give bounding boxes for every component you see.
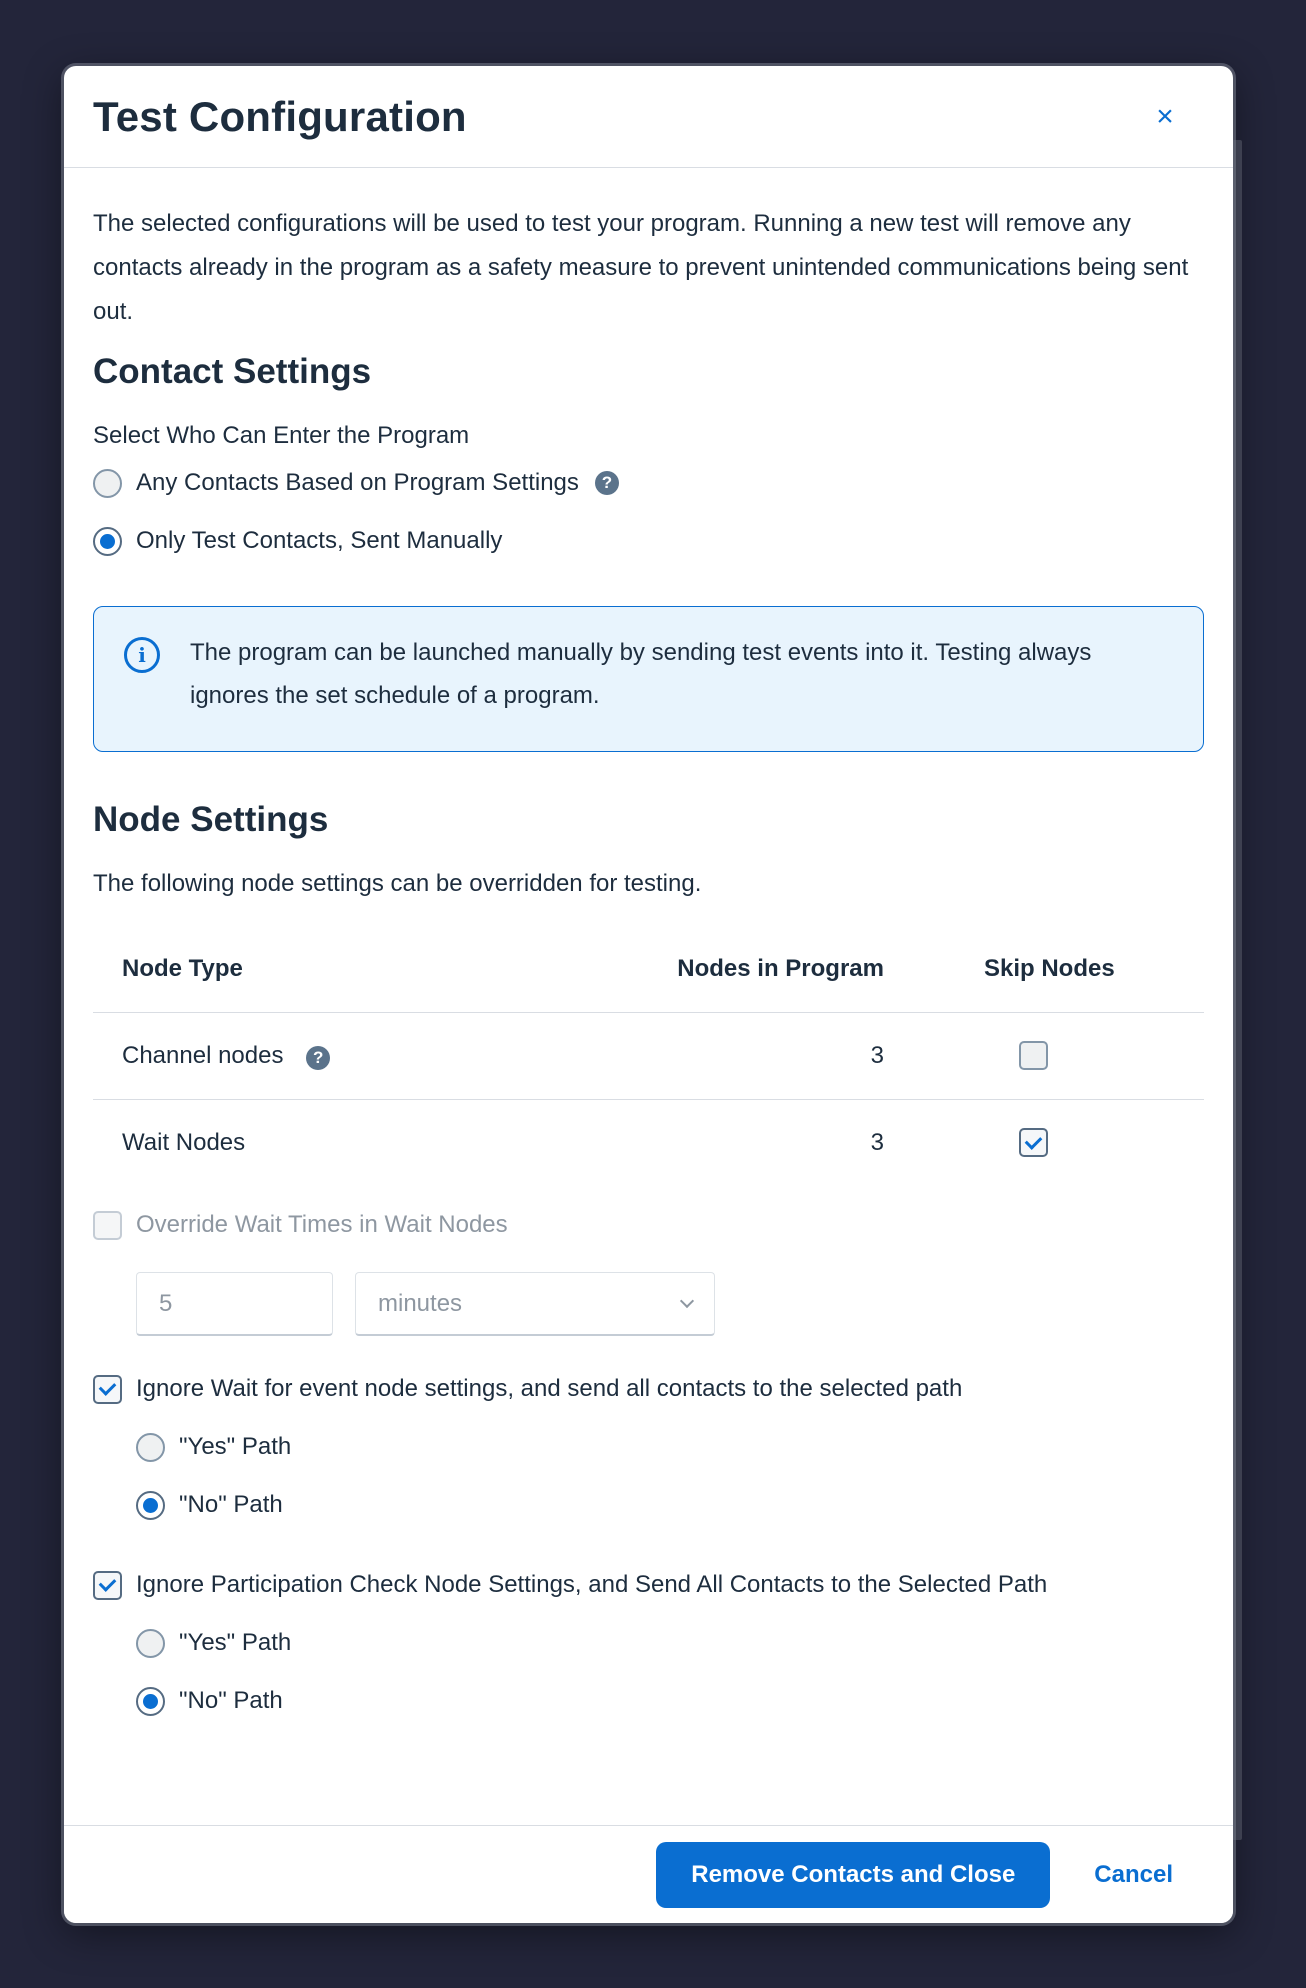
dialog-footer: Remove Contacts and Close Cancel bbox=[64, 1825, 1233, 1923]
ignore-wait-event-label: Ignore Wait for event node settings, and… bbox=[136, 1375, 963, 1402]
ignore-participation-row[interactable]: Ignore Participation Check Node Settings… bbox=[93, 1556, 1204, 1614]
table-row: Wait Nodes 3 bbox=[93, 1099, 1204, 1186]
dialog-content: The selected configurations will be used… bbox=[64, 168, 1233, 1730]
close-icon[interactable]: × bbox=[1147, 99, 1183, 135]
node-settings-description: The following node settings can be overr… bbox=[93, 870, 702, 897]
dialog-title: Test Configuration bbox=[93, 92, 467, 140]
ignore-wait-event-row[interactable]: Ignore Wait for event node settings, and… bbox=[93, 1360, 1204, 1418]
wait-time-input[interactable]: 5 bbox=[136, 1272, 333, 1336]
ignore-participation-checkbox[interactable] bbox=[93, 1570, 122, 1600]
chevron-down-icon bbox=[679, 1293, 695, 1308]
radio-label: Only Test Contacts, Sent Manually bbox=[136, 527, 503, 554]
cancel-button[interactable]: Cancel bbox=[1094, 1861, 1173, 1889]
radio-label: "No" Path bbox=[179, 1687, 283, 1714]
radio-label: "Yes" Path bbox=[179, 1629, 292, 1656]
contact-settings-heading: Contact Settings bbox=[93, 352, 372, 391]
radio-label: "Yes" Path bbox=[179, 1433, 292, 1460]
ignore-wait-event-checkbox[interactable] bbox=[93, 1374, 122, 1404]
radio-button[interactable] bbox=[136, 1432, 165, 1462]
remove-contacts-and-close-button[interactable]: Remove Contacts and Close bbox=[656, 1841, 1051, 1908]
dialog-description: The selected configurations will be used… bbox=[93, 210, 1189, 325]
ignore-participation-label: Ignore Participation Check Node Settings… bbox=[136, 1571, 1048, 1598]
info-message-strip: i The program can be launched manually b… bbox=[93, 606, 1204, 752]
wait-event-path-options: "Yes" Path "No" Path bbox=[136, 1418, 1204, 1534]
radio-button[interactable] bbox=[93, 468, 122, 498]
node-count: 3 bbox=[644, 1012, 884, 1100]
radio-label: "No" Path bbox=[179, 1491, 283, 1518]
wait-time-inputs: 5 minutes bbox=[136, 1272, 1204, 1336]
question-circle-icon[interactable]: ? bbox=[306, 1045, 331, 1070]
column-header-skip-nodes: Skip Nodes bbox=[884, 926, 1204, 1013]
node-settings-table: Node Type Nodes in Program Skip Nodes Ch… bbox=[93, 926, 1204, 1186]
radio-participation-yes-path[interactable]: "Yes" Path bbox=[136, 1614, 1204, 1672]
radio-button[interactable] bbox=[136, 1628, 165, 1658]
info-circle-icon: i bbox=[124, 637, 160, 673]
skip-wait-nodes-checkbox[interactable] bbox=[1019, 1128, 1048, 1158]
radio-button-selected[interactable] bbox=[93, 526, 122, 556]
radio-label: Any Contacts Based on Program Settings bbox=[136, 469, 579, 496]
node-settings-heading: Node Settings bbox=[93, 800, 329, 839]
node-count: 3 bbox=[870, 1128, 884, 1156]
radio-participation-no-path[interactable]: "No" Path bbox=[136, 1672, 1204, 1730]
wait-unit-value: minutes bbox=[378, 1289, 463, 1317]
override-wait-times-row[interactable]: Override Wait Times in Wait Nodes bbox=[93, 1196, 1204, 1254]
radio-wait-yes-path[interactable]: "Yes" Path bbox=[136, 1418, 1204, 1476]
question-circle-icon[interactable]: ? bbox=[594, 471, 619, 495]
radio-button-selected[interactable] bbox=[136, 1686, 165, 1716]
column-header-nodes-in-program: Nodes in Program bbox=[644, 926, 884, 1013]
radio-test-contacts[interactable]: Only Test Contacts, Sent Manually bbox=[93, 512, 1204, 570]
node-type-label: Wait Nodes bbox=[122, 1128, 246, 1156]
wait-unit-select[interactable]: minutes bbox=[355, 1272, 715, 1336]
participation-path-options: "Yes" Path "No" Path bbox=[136, 1614, 1204, 1730]
entry-label: Select Who Can Enter the Program bbox=[93, 422, 470, 449]
info-text: The program can be launched manually by … bbox=[190, 639, 1092, 709]
skip-channel-nodes-checkbox[interactable] bbox=[1019, 1041, 1048, 1071]
radio-any-contacts[interactable]: Any Contacts Based on Program Settings ? bbox=[93, 454, 1204, 512]
node-type-label: Channel nodes bbox=[122, 1041, 284, 1069]
radio-wait-no-path[interactable]: "No" Path bbox=[136, 1476, 1204, 1534]
test-configuration-dialog: Test Configuration × The selected config… bbox=[64, 66, 1233, 1923]
column-header-node-type: Node Type bbox=[93, 926, 644, 1013]
radio-button-selected[interactable] bbox=[136, 1490, 165, 1520]
override-wait-label: Override Wait Times in Wait Nodes bbox=[136, 1211, 508, 1238]
dialog-header: Test Configuration × bbox=[64, 66, 1233, 168]
override-wait-checkbox[interactable] bbox=[93, 1210, 122, 1240]
background-panel-edge bbox=[1232, 140, 1242, 1840]
table-row: Channel nodes ? 3 bbox=[93, 1012, 1204, 1100]
